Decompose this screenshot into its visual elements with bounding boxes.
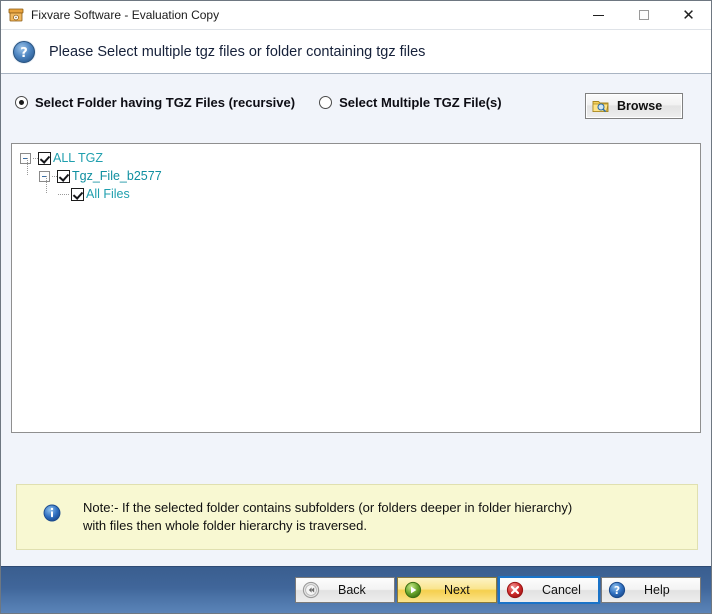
window-title: Fixvare Software - Evaluation Copy: [31, 8, 220, 22]
tree-node-label: All Files: [86, 187, 130, 201]
tree-node-all-files[interactable]: All Files: [46, 176, 700, 203]
folder-search-icon: [592, 98, 610, 114]
tree-expander-collapse-icon[interactable]: [39, 170, 50, 182]
footer-bar: Back Next Cancel ? Help: [1, 566, 711, 613]
tree-node-label: Tgz_File_b2577: [72, 169, 162, 183]
note-text: Note:- If the selected folder contains s…: [83, 500, 573, 533]
radio-files-mode-indicator[interactable]: [319, 95, 333, 109]
radio-folder-mode-indicator[interactable]: [15, 95, 28, 109]
svg-text:?: ?: [20, 46, 28, 61]
back-button[interactable]: Back: [295, 577, 395, 603]
note-box: Note:- If the selected folder contains s…: [16, 484, 698, 550]
help-icon: ?: [608, 581, 626, 599]
next-button[interactable]: Next: [397, 577, 497, 603]
application-window: Fixvare Software - Evaluation Copy ✕ ? P…: [0, 0, 712, 614]
cancel-button-label: Cancel: [542, 583, 581, 597]
header-instruction: Please Select multiple tgz files or fold…: [49, 43, 426, 60]
archive-box-icon: [8, 7, 24, 23]
cancel-button[interactable]: Cancel: [498, 576, 600, 604]
window-controls: ✕: [576, 1, 711, 29]
radio-folder-mode-label: Select Folder having TGZ Files (recursiv…: [35, 94, 296, 110]
tree-node-label: ALL TGZ: [53, 151, 104, 165]
tree-node-tgz-file[interactable]: Tgz_File_b2577: [27, 158, 700, 185]
play-icon: [404, 581, 422, 599]
tree-connector-line: [46, 176, 47, 193]
radio-files-mode-label: Select Multiple TGZ File(s): [339, 94, 502, 110]
minimize-button[interactable]: [576, 1, 621, 29]
wizard-buttons: Back Next Cancel ? Help: [295, 576, 701, 604]
title-bar: Fixvare Software - Evaluation Copy ✕: [1, 1, 711, 30]
radio-option-folder-mode[interactable]: Select Folder having TGZ Files (recursiv…: [15, 95, 295, 110]
minimize-icon: [593, 14, 604, 16]
tree-leaf-spacer: [58, 189, 71, 200]
svg-text:?: ?: [614, 585, 620, 597]
maximize-button[interactable]: [621, 1, 666, 29]
back-button-label: Back: [338, 583, 366, 597]
info-icon: [43, 504, 61, 522]
next-button-label: Next: [444, 583, 470, 597]
maximize-icon: [638, 10, 649, 20]
close-icon: ✕: [682, 5, 695, 24]
tree-checkbox[interactable]: [38, 151, 51, 165]
question-mark-icon: ?: [11, 39, 37, 65]
header-band: ? Please Select multiple tgz files or fo…: [1, 30, 711, 74]
tree-connector-line: [27, 158, 28, 176]
tree-expander-collapse-icon[interactable]: [20, 152, 31, 164]
folder-tree-panel[interactable]: ALL TGZ Tgz_File_b2577 All Files: [11, 143, 701, 433]
help-button-label: Help: [644, 583, 670, 597]
close-button[interactable]: ✕: [666, 1, 711, 29]
help-button[interactable]: ? Help: [601, 577, 701, 603]
cancel-icon: [506, 581, 524, 599]
radio-option-files-mode[interactable]: Select Multiple TGZ File(s): [319, 95, 502, 110]
tree-checkbox[interactable]: [57, 169, 70, 183]
tree-node-all-tgz[interactable]: ALL TGZ: [20, 149, 700, 167]
tree-checkbox[interactable]: [71, 187, 84, 201]
browse-button[interactable]: Browse: [585, 93, 683, 119]
rewind-icon: [302, 581, 320, 599]
browse-button-label: Browse: [617, 99, 663, 113]
